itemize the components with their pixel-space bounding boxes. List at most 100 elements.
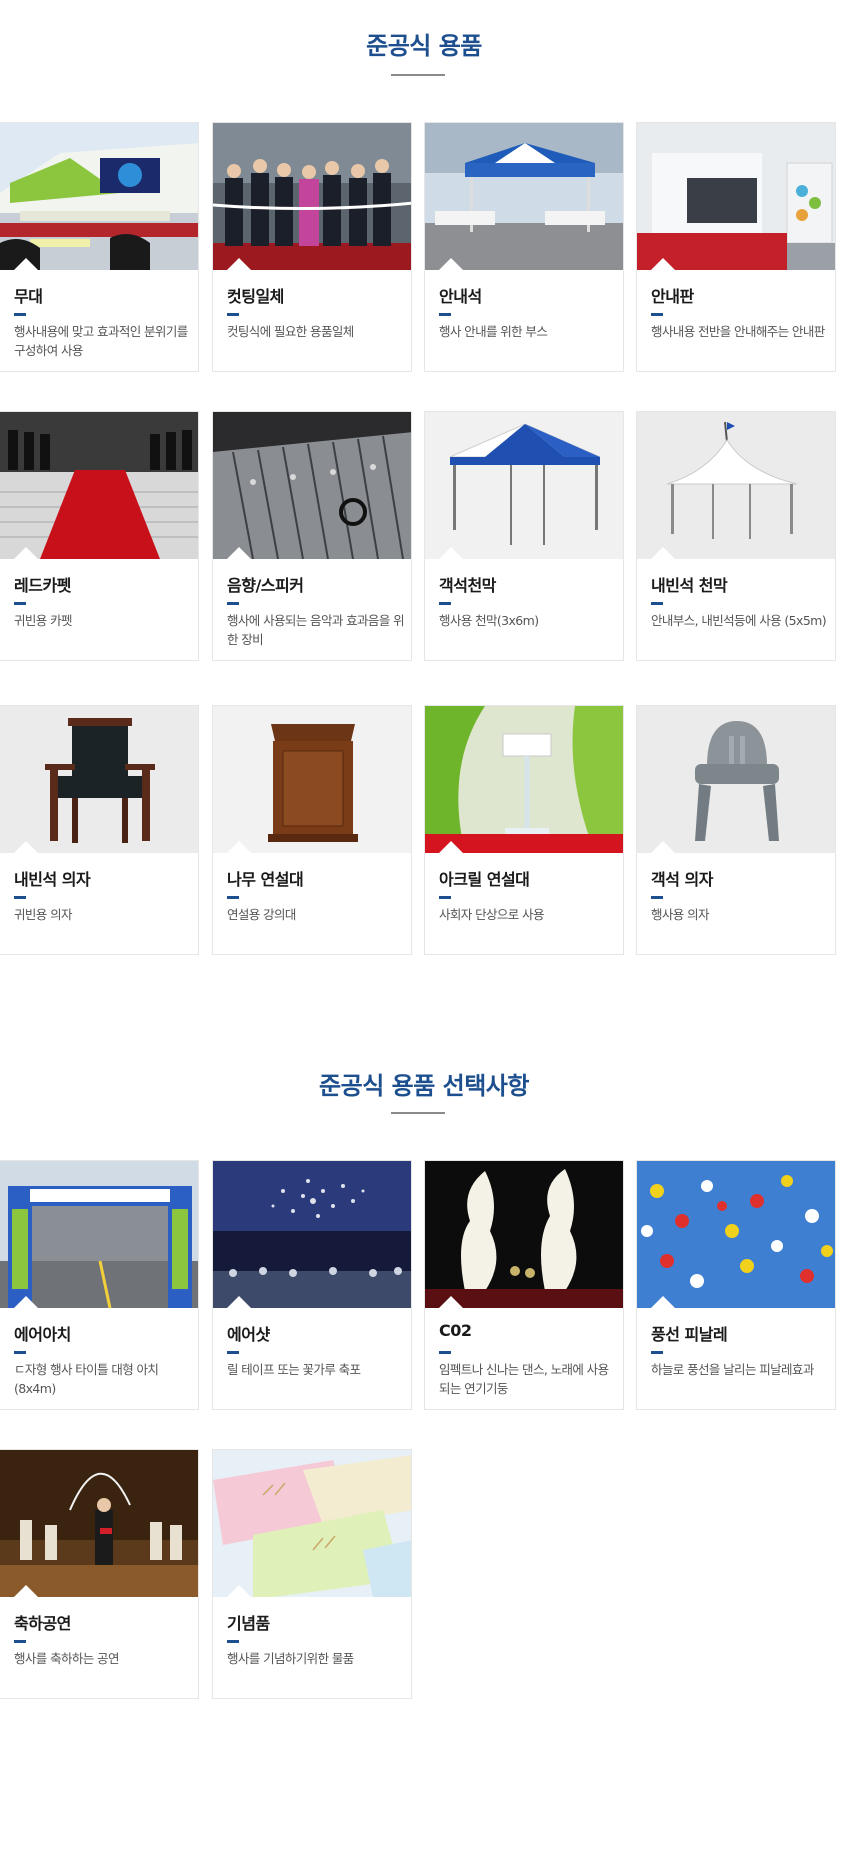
item-name: 객석천막 [439,576,496,595]
accent-bar [14,1351,26,1354]
product-card-guest-tent[interactable]: 내빈석 천막 안내부스, 내빈석등에 사용 (5x5m) [636,411,836,661]
option-card-co2[interactable]: C02 임펙트나 신나는 댄스, 노래에 사용되는 연기기둥 [424,1160,624,1410]
item-description: 행사를 기념하기위한 물품 [227,1651,354,1666]
item-name: 무대 [14,287,43,306]
item-description: 행사내용에 맞고 효과적인 분위기를 구성하여 사용 [14,324,188,358]
option-card-performance[interactable]: 축하공연 행사를 축하하는 공연 [0,1449,199,1699]
item-description: 행사내용 전반을 안내해주는 안내판 [651,324,825,339]
balloon-finale-photo [637,1161,835,1308]
option-card-air-arch[interactable]: 에어아치 ㄷ자형 행사 타이틀 대형 아치 (8x4m) [0,1160,199,1410]
item-description: 하늘로 풍선을 날리는 피날레효과 [651,1362,814,1377]
item-description: 사회자 단상으로 사용 [439,907,544,922]
item-description: 안내부스, 내빈석등에 사용 (5x5m) [651,613,827,628]
co2-jet-photo [425,1161,623,1308]
item-description: 행사를 축하하는 공연 [14,1651,119,1666]
card-notch [14,258,38,270]
item-description: 릴 테이프 또는 꽃가루 축포 [227,1362,361,1377]
accent-bar [227,602,239,605]
card-notch [227,841,251,853]
item-name: 음향/스피커 [227,576,304,595]
item-name: 에어샷 [227,1325,270,1344]
card-notch [14,841,38,853]
card-notch [651,547,675,559]
option-card-balloon-finale[interactable]: 풍선 피날레 하늘로 풍선을 날리는 피날레효과 [636,1160,836,1410]
souvenir-towel-photo [213,1450,411,1597]
item-name: 에어아치 [14,1325,71,1344]
red-carpet-photo [0,412,198,559]
accent-bar [439,313,451,316]
celebration-performance-photo [0,1450,198,1597]
option-card-souvenir[interactable]: 기념품 행사를 기념하기위한 물품 [212,1449,412,1699]
item-name: 내빈석 천막 [651,576,728,595]
acrylic-lectern-photo [425,706,623,853]
product-card-sound-speaker[interactable]: 음향/스피커 행사에 사용되는 음악과 효과음을 위한 장비 [212,411,412,661]
cutting-ceremony-photo [213,123,411,270]
item-name: 객석 의자 [651,870,713,889]
accent-bar [14,602,26,605]
card-notch [439,258,463,270]
item-name: 풍선 피날레 [651,1325,728,1344]
item-description: 연설용 강의대 [227,907,296,922]
air-shot-photo [213,1161,411,1308]
product-card-audience-tent[interactable]: 객석천막 행사용 천막(3x6m) [424,411,624,661]
item-name: 안내판 [651,287,694,306]
section-title-options: 준공식 용품 선택사항 [319,1072,529,1100]
product-card-red-carpet[interactable]: 레드카펫 귀빈용 카펫 [0,411,199,661]
guest-tent-photo [637,412,835,559]
accent-bar [227,896,239,899]
card-notch [14,1585,38,1597]
card-notch [651,258,675,270]
item-name: 레드카펫 [14,576,71,595]
item-description: 행사용 의자 [651,907,709,922]
item-description: 귀빈용 카펫 [14,613,72,628]
item-description: 행사에 사용되는 음악과 효과음을 위한 장비 [227,613,405,647]
item-name: 축하공연 [14,1614,71,1633]
item-description: 행사용 천막(3x6m) [439,613,539,628]
stage-photo [0,123,198,270]
guest-chair-photo [0,706,198,853]
card-notch [439,1296,463,1308]
item-name: 컷팅일체 [227,287,284,306]
card-notch [651,841,675,853]
info-booth-photo [425,123,623,270]
audience-tent-photo [425,412,623,559]
product-card-info-booth[interactable]: 안내석 행사 안내를 위한 부스 [424,122,624,372]
card-notch [227,547,251,559]
item-description: 컷팅식에 필요한 용품일체 [227,324,354,339]
option-card-air-shot[interactable]: 에어샷 릴 테이프 또는 꽃가루 축포 [212,1160,412,1410]
accent-bar [14,313,26,316]
product-card-guest-chair[interactable]: 내빈석 의자 귀빈용 의자 [0,705,199,955]
audience-chair-photo [637,706,835,853]
card-notch [227,1585,251,1597]
info-board-photo [637,123,835,270]
card-notch [651,1296,675,1308]
section-title-divider [391,1112,445,1114]
section-title-divider [391,74,445,76]
product-card-acrylic-lectern[interactable]: 아크릴 연설대 사회자 단상으로 사용 [424,705,624,955]
item-name: C02 [439,1321,472,1340]
product-card-wood-lectern[interactable]: 나무 연설대 연설용 강의대 [212,705,412,955]
accent-bar [439,896,451,899]
accent-bar [651,313,663,316]
accent-bar [14,896,26,899]
accent-bar [651,1351,663,1354]
product-card-audience-chair[interactable]: 객석 의자 행사용 의자 [636,705,836,955]
card-notch [14,547,38,559]
accent-bar [651,602,663,605]
item-description: 귀빈용 의자 [14,907,72,922]
accent-bar [439,1351,451,1354]
wood-lectern-photo [213,706,411,853]
item-name: 안내석 [439,287,482,306]
product-card-info-board[interactable]: 안내판 행사내용 전반을 안내해주는 안내판 [636,122,836,372]
accent-bar [14,1640,26,1643]
card-notch [227,258,251,270]
mixing-console-photo [213,412,411,559]
item-name: 나무 연설대 [227,870,304,889]
product-card-stage[interactable]: 무대 행사내용에 맞고 효과적인 분위기를 구성하여 사용 [0,122,199,372]
card-notch [227,1296,251,1308]
product-card-cutting-set[interactable]: 컷팅일체 컷팅식에 필요한 용품일체 [212,122,412,372]
air-arch-photo [0,1161,198,1308]
accent-bar [651,896,663,899]
accent-bar [439,602,451,605]
accent-bar [227,313,239,316]
